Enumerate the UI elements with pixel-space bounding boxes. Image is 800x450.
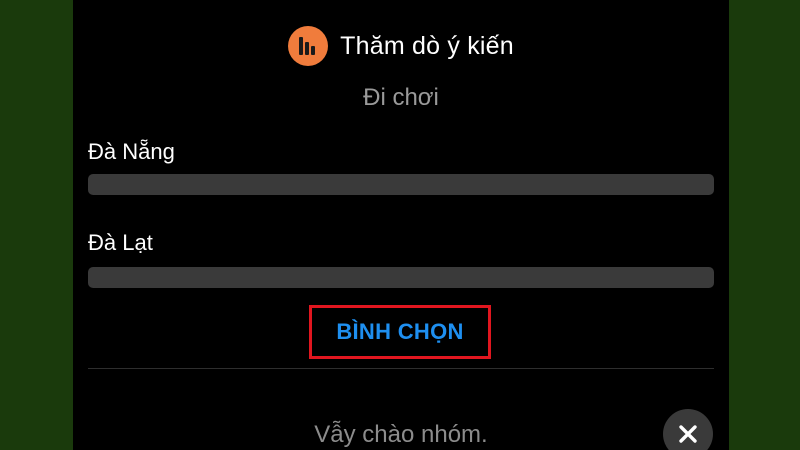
vote-button[interactable]: BÌNH CHỌN (309, 305, 491, 359)
right-background (729, 0, 800, 450)
left-background (0, 0, 73, 450)
poll-option-bar[interactable] (88, 267, 714, 288)
poll-chart-icon (288, 26, 329, 66)
close-button[interactable] (663, 409, 713, 450)
poll-option-label[interactable]: Đà Lạt (88, 230, 153, 256)
poll-header: Thăm dò ý kiến (73, 24, 729, 68)
poll-question: Đi chơi (363, 84, 439, 111)
poll-option-label[interactable]: Đà Nẵng (88, 139, 175, 165)
divider (88, 368, 714, 369)
vote-button-label: BÌNH CHỌN (336, 319, 464, 344)
poll-panel: Thăm dò ý kiến Đi chơi Đà Nẵng Đà Lạt BÌ… (73, 0, 729, 450)
poll-option-bar[interactable] (88, 174, 714, 195)
wave-to-group-text[interactable]: Vẫy chào nhóm. (73, 421, 729, 449)
poll-title: Thăm dò ý kiến (340, 31, 514, 60)
close-icon (679, 425, 697, 443)
